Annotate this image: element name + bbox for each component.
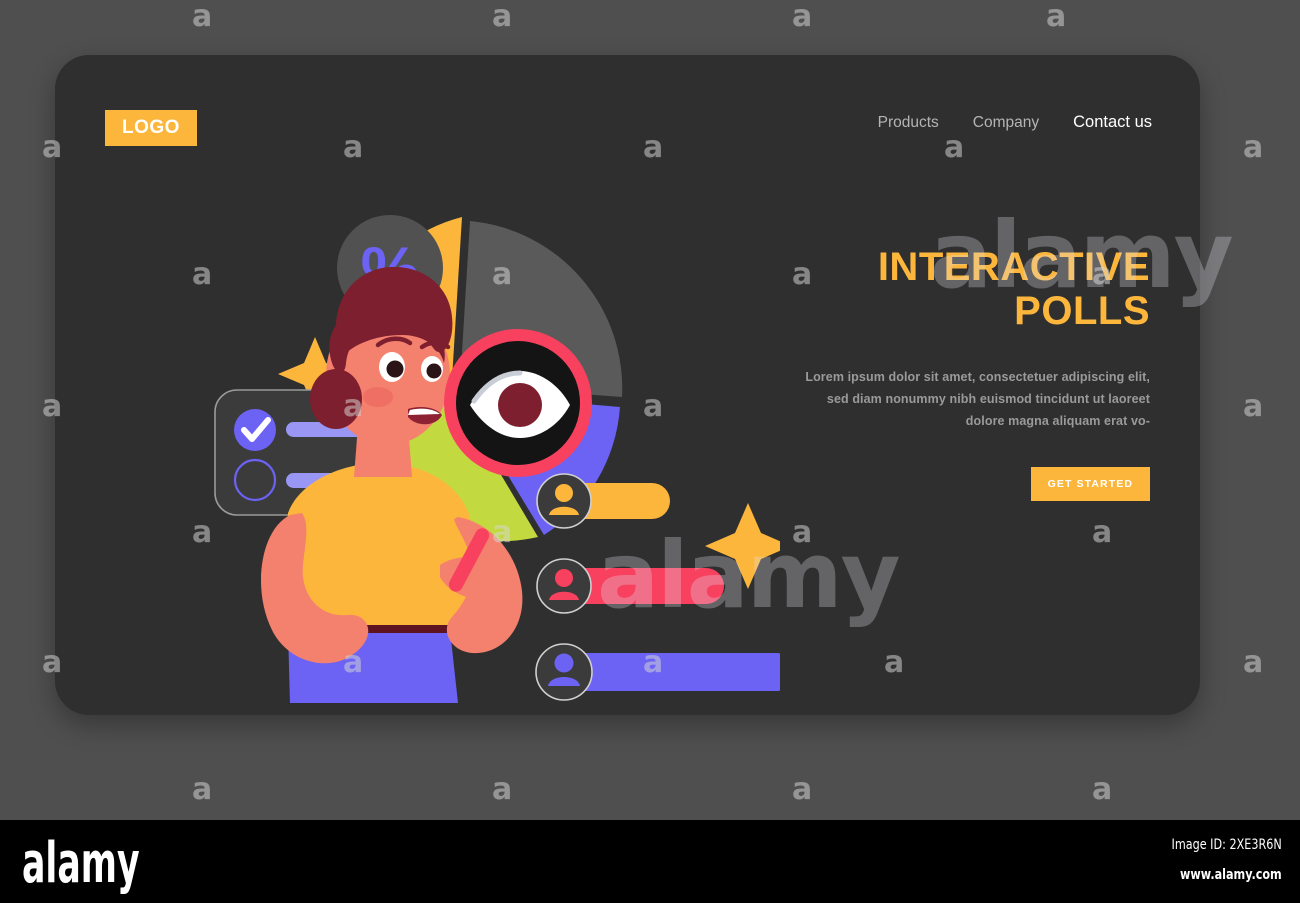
headline-line-1: INTERACTIVE: [877, 245, 1150, 289]
watermark-glyph: a: [792, 0, 813, 34]
logo-badge[interactable]: LOGO: [105, 110, 197, 146]
illustration-canvas: LOGO Products Company Contact us INTERAC…: [0, 0, 1300, 820]
watermark-glyph: a: [192, 772, 213, 807]
headline-line-2: POLLS: [1014, 289, 1150, 333]
get-started-button[interactable]: GET STARTED: [1030, 466, 1150, 501]
watermark-glyph: a: [492, 0, 513, 34]
nav-link-products[interactable]: Products: [878, 114, 939, 132]
watermark-glyph: a: [1092, 772, 1113, 807]
character-blush: [363, 387, 393, 407]
watermark-glyph: a: [1243, 130, 1264, 165]
page-title: INTERACTIVE POLLS: [790, 245, 1150, 333]
logo-label: LOGO: [122, 117, 180, 138]
poll-bar-row-amber: [536, 473, 670, 529]
eye-iris: [498, 383, 542, 427]
screenshot-root: LOGO Products Company Contact us INTERAC…: [0, 0, 1300, 903]
alamy-footer-bar: alamy Image ID: 2XE3R6N www.alamy.com: [0, 820, 1300, 903]
landing-page-card: LOGO Products Company Contact us INTERAC…: [55, 55, 1200, 715]
checkbox-checked: [234, 409, 276, 451]
main-navigation: Products Company Contact us: [878, 113, 1152, 132]
watermark-glyph: a: [792, 772, 813, 807]
watermark-glyph: a: [1046, 0, 1067, 34]
hero-paragraph: Lorem ipsum dolor sit amet, consectetuer…: [805, 370, 1150, 428]
character-hair-bun: [310, 369, 362, 429]
watermark-glyph: a: [192, 0, 213, 34]
poll-bar-row-pink: [536, 558, 724, 614]
footer-meta: Image ID: 2XE3R6N www.alamy.com: [1144, 838, 1282, 882]
poll-results-list: [535, 473, 780, 701]
hero-text-column: INTERACTIVE POLLS Lorem ipsum dolor sit …: [790, 245, 1150, 501]
watermark-glyph: a: [1243, 645, 1264, 680]
magnifier-icon: [444, 329, 592, 477]
alamy-logo: alamy: [22, 831, 140, 896]
nav-link-company[interactable]: Company: [973, 114, 1039, 132]
hero-illustration: %: [140, 125, 780, 715]
alamy-url: www.alamy.com: [1180, 867, 1282, 883]
poll-bar-row-purple: [535, 643, 780, 701]
watermark-glyph: a: [1243, 389, 1264, 424]
watermark-glyph: a: [492, 772, 513, 807]
nav-link-contact-us[interactable]: Contact us: [1073, 113, 1152, 132]
image-id-label: Image ID: 2XE3R6N: [1171, 837, 1282, 853]
